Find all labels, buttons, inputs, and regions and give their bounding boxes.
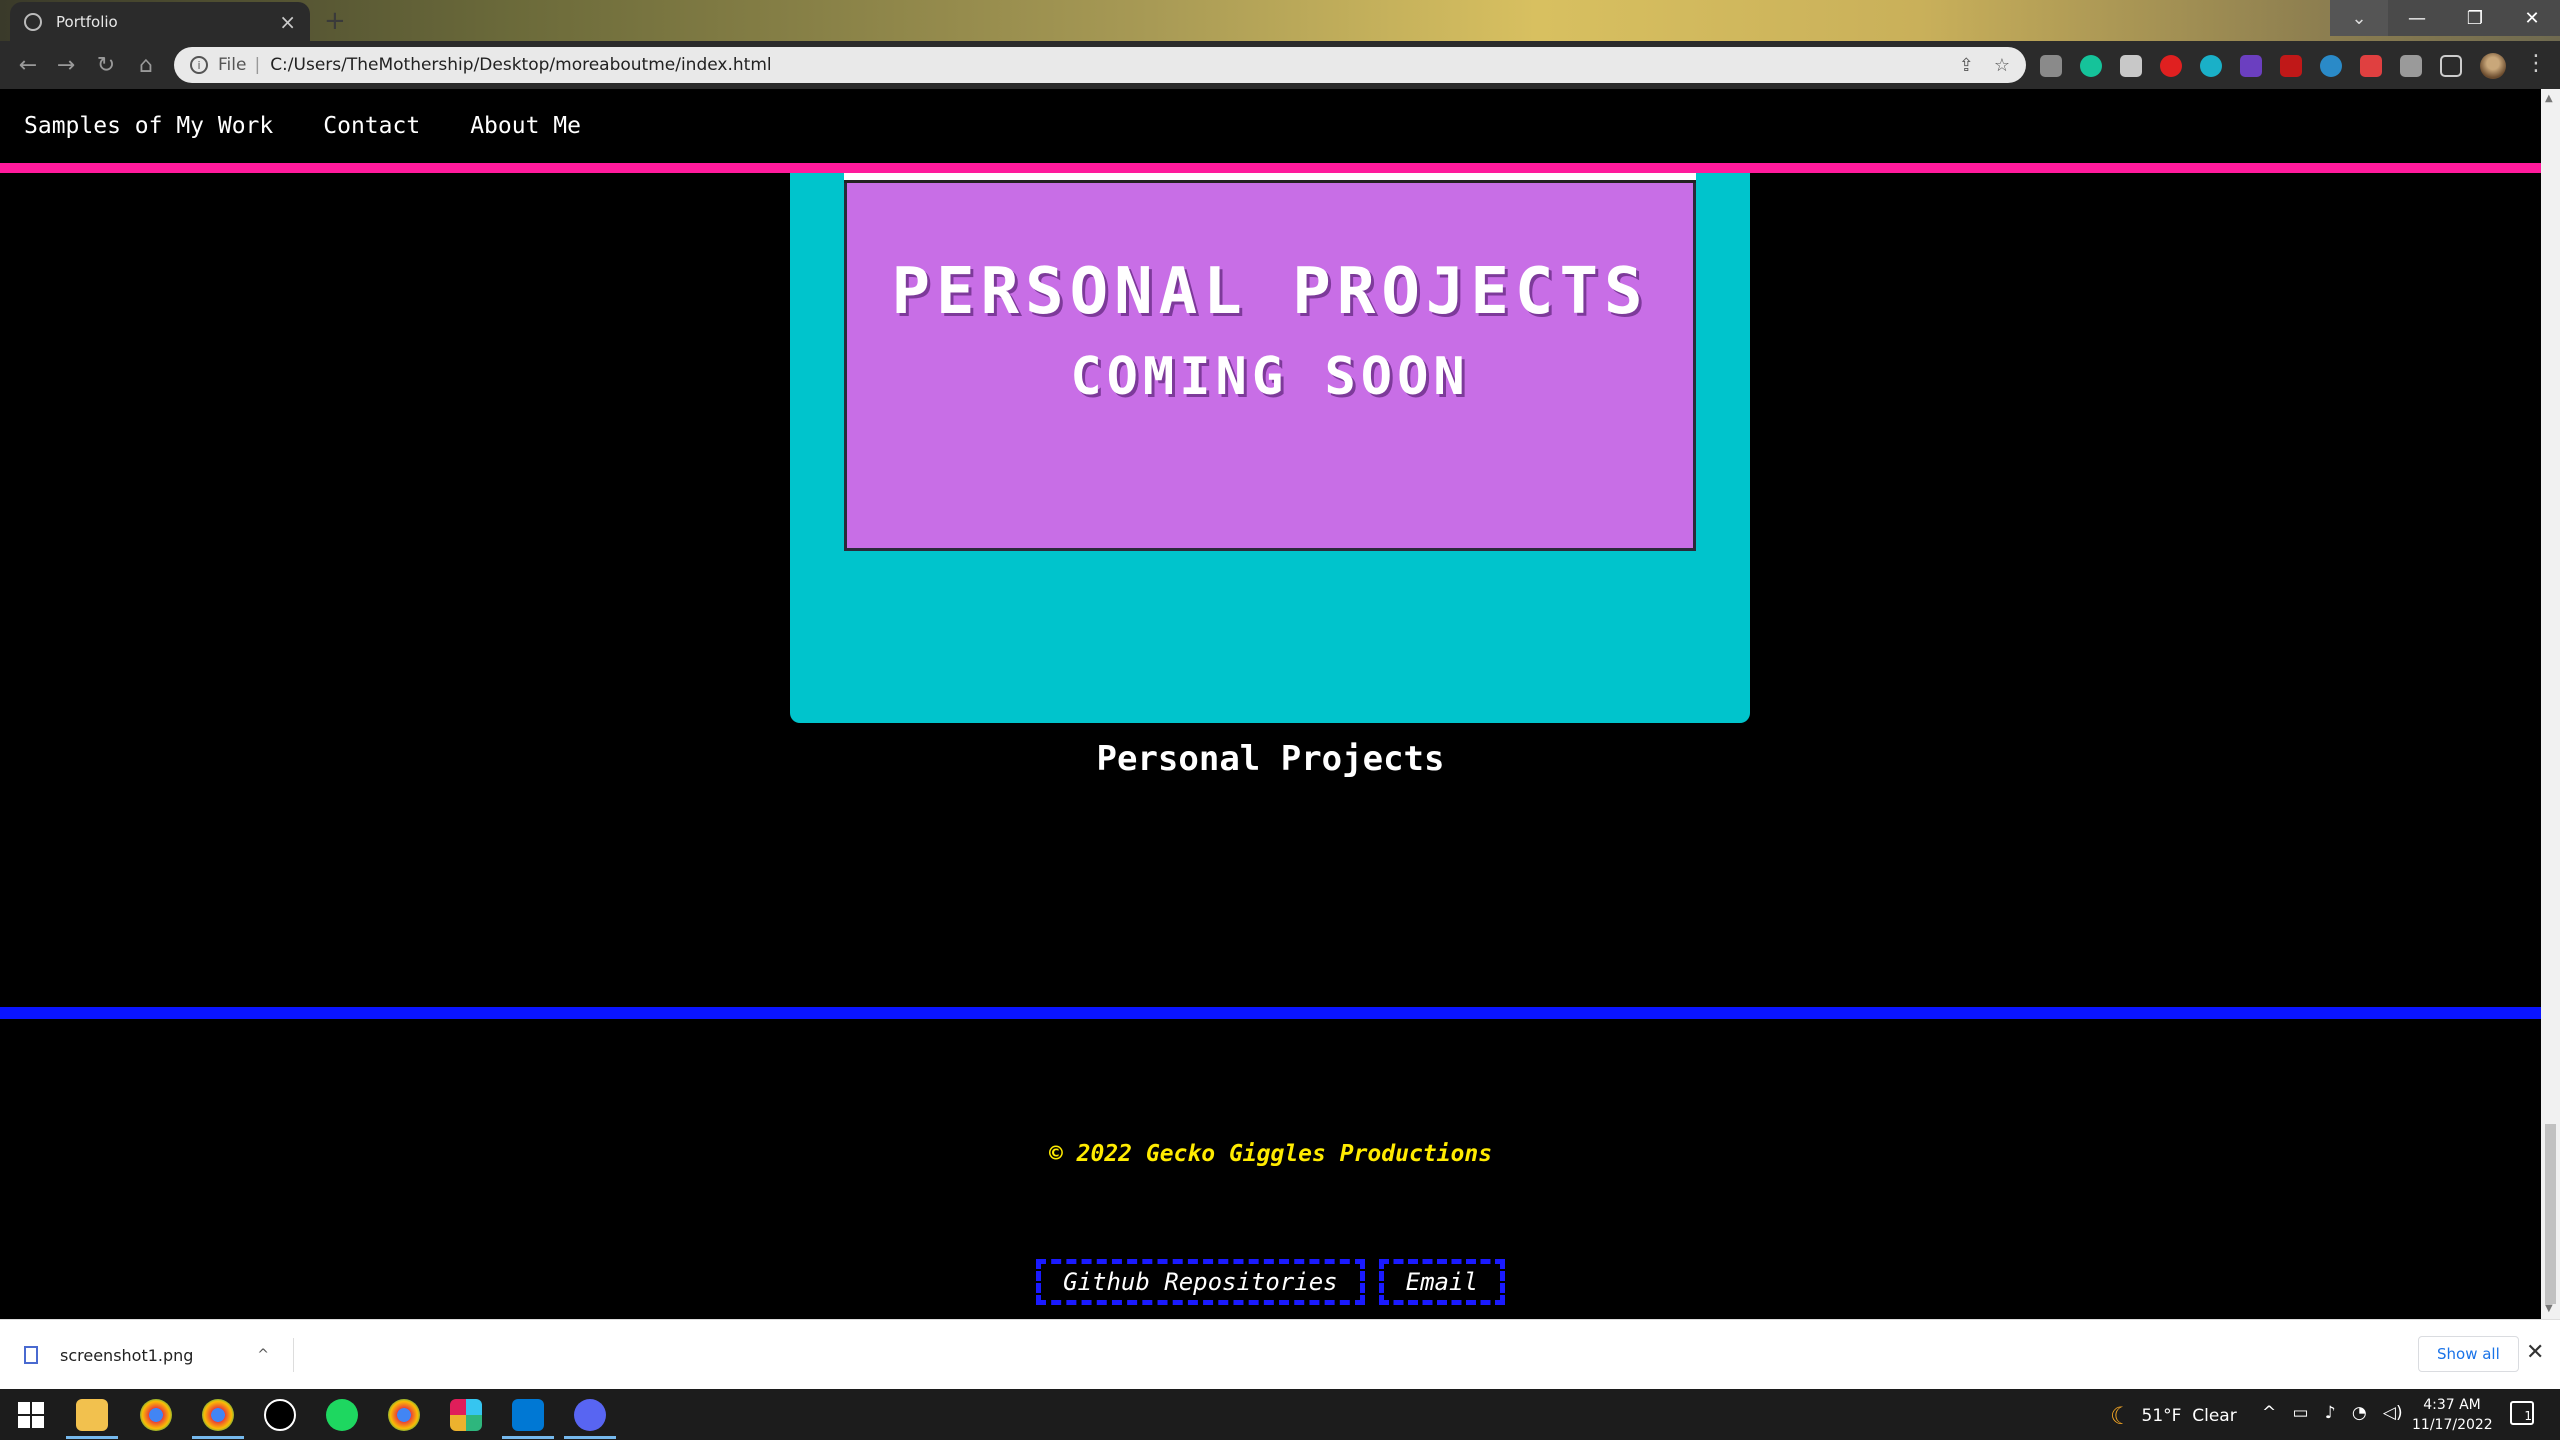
download-filename: screenshot1.png <box>60 1345 194 1365</box>
downloads-shelf: screenshot1.png ^ Show all ✕ <box>0 1319 2560 1389</box>
side-panel-icon[interactable] <box>2440 55 2462 77</box>
scroll-up-icon[interactable]: ▲ <box>2545 93 2553 104</box>
chrome-icon[interactable] <box>140 1399 172 1431</box>
file-explorer-icon[interactable] <box>76 1399 108 1431</box>
extension-icon[interactable] <box>2240 55 2262 77</box>
copyright-text: © 2022 Gecko Giggles Productions <box>1048 1141 1493 1167</box>
tab-search-button[interactable]: ⌄ <box>2330 0 2388 36</box>
avatar[interactable] <box>2480 53 2506 79</box>
share-icon[interactable]: ⇪ <box>1959 55 1974 76</box>
puzzle-icon[interactable] <box>2400 55 2422 77</box>
scrollbar[interactable]: ▲ ▼ <box>2541 89 2560 1319</box>
nav-contact[interactable]: Contact <box>323 113 420 139</box>
discord-icon[interactable] <box>574 1399 606 1431</box>
browser-titlebar: Portfolio × + ⌄ — ❐ ✕ <box>0 0 2560 41</box>
project-screen: PERSONAL PROJECTS COMING SOON <box>844 183 1696 551</box>
system-tray[interactable]: ^ ▭ ♪ ◔ ◁) <box>2262 1403 2403 1423</box>
address-bar[interactable]: i File | C:/Users/TheMothership/Desktop/… <box>174 47 2026 83</box>
microphone-icon[interactable]: ♪ <box>2325 1403 2336 1423</box>
screen-heading: PERSONAL PROJECTS <box>891 255 1649 329</box>
chevron-up-icon[interactable]: ^ <box>257 1347 269 1363</box>
home-icon[interactable]: ⌂ <box>132 51 160 79</box>
nav-about-me[interactable]: About Me <box>470 113 581 139</box>
weather-condition: Clear <box>2192 1406 2237 1426</box>
vscode-icon[interactable] <box>512 1399 544 1431</box>
screen-subheading: COMING SOON <box>1070 347 1470 407</box>
footer-links: Github Repositories Email <box>0 1259 2541 1305</box>
nav-divider <box>0 163 2541 173</box>
extension-icon[interactable] <box>2280 55 2302 77</box>
moon-icon: ☾ <box>2110 1402 2132 1430</box>
forward-icon[interactable]: → <box>52 51 80 79</box>
extension-icon[interactable] <box>2040 55 2062 77</box>
show-all-button[interactable]: Show all <box>2418 1336 2519 1372</box>
download-item[interactable]: screenshot1.png ^ <box>24 1338 294 1372</box>
volume-icon[interactable]: ◁) <box>2383 1403 2403 1423</box>
active-indicator <box>502 1436 554 1439</box>
site-nav: Samples of My Work Contact About Me <box>0 89 2541 163</box>
active-indicator <box>564 1436 616 1439</box>
tab-portfolio[interactable]: Portfolio × <box>10 2 310 41</box>
clock-date: 11/17/2022 <box>2412 1417 2493 1433</box>
github-link[interactable]: Github Repositories <box>1036 1259 1365 1305</box>
browser-toolbar: ← → ↻ ⌂ i File | C:/Users/TheMothership/… <box>0 41 2560 89</box>
nav-samples-of-my-work[interactable]: Samples of My Work <box>24 113 273 139</box>
footer-divider <box>0 1007 2541 1019</box>
screen-top-strip <box>844 173 1696 183</box>
app-g-icon[interactable] <box>264 1399 296 1431</box>
file-icon <box>24 1346 38 1364</box>
url-scheme: File <box>218 55 247 75</box>
url-text[interactable]: C:/Users/TheMothership/Desktop/moreabout… <box>270 55 1939 75</box>
back-icon[interactable]: ← <box>14 51 42 79</box>
extension-icon[interactable] <box>2360 55 2382 77</box>
more-menu-icon[interactable]: ⋮ <box>2525 51 2547 76</box>
globe-icon <box>24 12 42 31</box>
page-viewport: Samples of My Work Contact About Me PERS… <box>0 89 2541 1319</box>
section-title: Personal Projects <box>1096 739 1445 779</box>
chrome-profile-icon[interactable] <box>202 1399 234 1431</box>
reload-icon[interactable]: ↻ <box>92 51 120 79</box>
notification-count: 1 <box>2524 1409 2532 1423</box>
clock-time: 4:37 AM <box>2423 1397 2481 1413</box>
spotify-icon[interactable] <box>326 1399 358 1431</box>
notification-icon[interactable]: 1 <box>2510 1401 2534 1425</box>
extension-icon[interactable] <box>2120 55 2142 77</box>
weather-temp: 51°F <box>2141 1406 2182 1426</box>
extension-icon[interactable] <box>2320 55 2342 77</box>
active-indicator <box>192 1436 244 1439</box>
extension-icon[interactable] <box>2160 55 2182 77</box>
taskbar-clock[interactable]: 4:37 AM 11/17/2022 <box>2412 1395 2493 1435</box>
tab-title: Portfolio <box>56 12 118 31</box>
email-link[interactable]: Email <box>1378 1259 1505 1305</box>
scroll-thumb[interactable] <box>2545 1124 2556 1304</box>
meet-now-icon[interactable]: ▭ <box>2292 1403 2308 1423</box>
extension-icon[interactable] <box>2200 55 2222 77</box>
url-separator: | <box>254 55 261 75</box>
project-frame: PERSONAL PROJECTS COMING SOON <box>790 173 1750 723</box>
new-tab-button[interactable]: + <box>324 6 346 36</box>
bookmark-star-icon[interactable]: ☆ <box>1994 55 2010 76</box>
weather-widget[interactable]: ☾ 51°F Clear <box>2110 1402 2237 1430</box>
maximize-button[interactable]: ❐ <box>2446 0 2504 36</box>
taskbar: ☾ 51°F Clear ^ ▭ ♪ ◔ ◁) 4:37 AM 11/17/20… <box>0 1389 2560 1440</box>
chevron-up-icon[interactable]: ^ <box>2262 1403 2276 1423</box>
minimize-button[interactable]: — <box>2388 0 2446 36</box>
scroll-down-icon[interactable]: ▼ <box>2545 1303 2553 1314</box>
chrome-profile-icon[interactable] <box>388 1399 420 1431</box>
active-indicator <box>66 1436 118 1439</box>
close-shelf-icon[interactable]: ✕ <box>2526 1340 2544 1365</box>
network-icon[interactable]: ◔ <box>2352 1403 2367 1423</box>
info-icon[interactable]: i <box>190 56 208 74</box>
tab-close-icon[interactable]: × <box>279 10 296 34</box>
slack-icon[interactable] <box>450 1399 482 1431</box>
windows-start-icon[interactable] <box>18 1402 44 1428</box>
grammarly-icon[interactable] <box>2080 55 2102 77</box>
close-window-button[interactable]: ✕ <box>2504 0 2560 36</box>
